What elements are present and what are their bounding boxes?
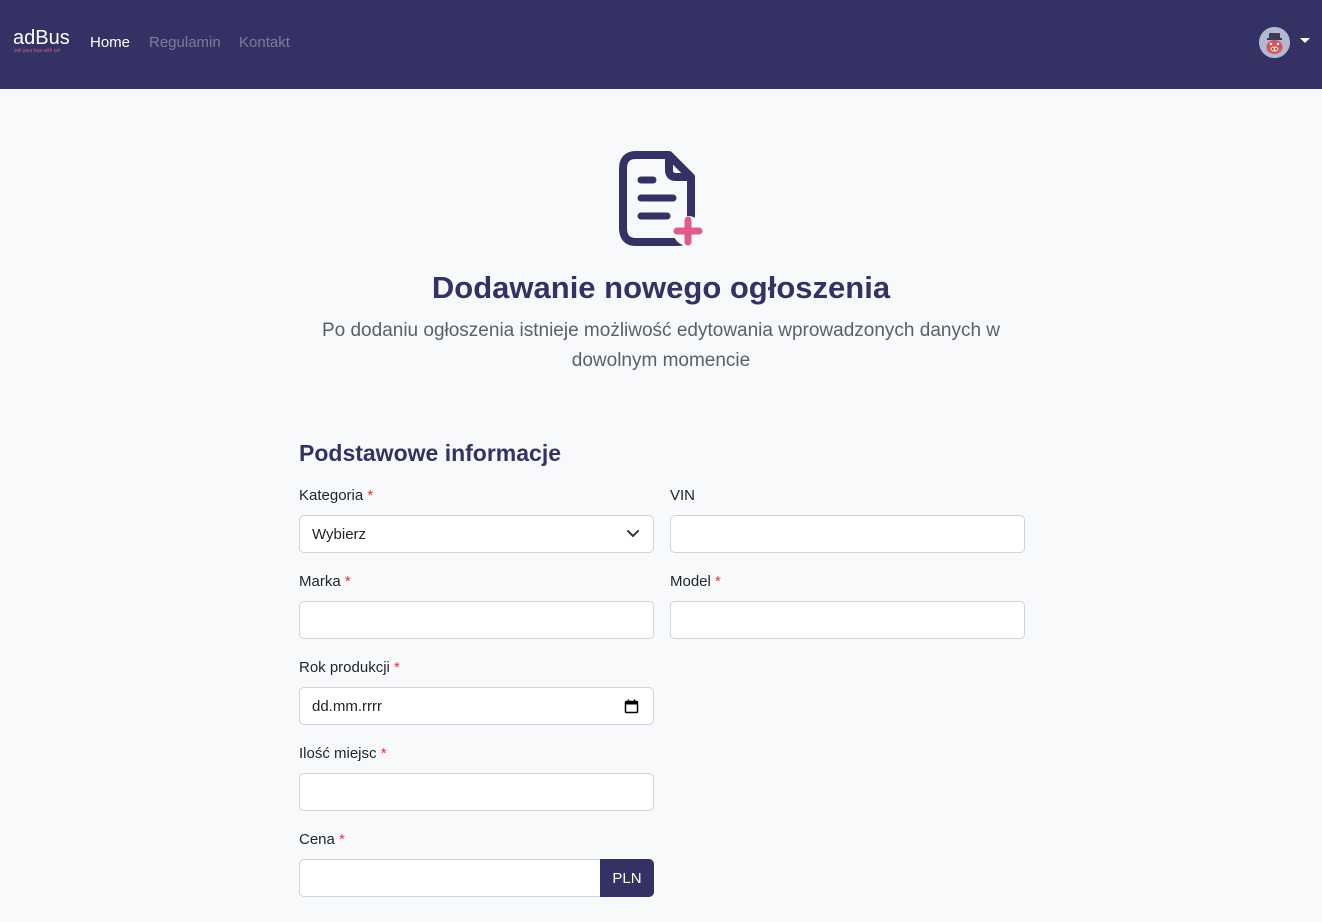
- vin-label: VIN: [670, 487, 695, 505]
- nav-link-regulamin[interactable]: Regulamin: [149, 34, 221, 52]
- marka-input[interactable]: [299, 601, 654, 639]
- required-marker: *: [339, 831, 345, 848]
- brand-logo[interactable]: adBus sell your bus with us!: [13, 27, 77, 59]
- model-label: Model *: [670, 573, 721, 591]
- kategoria-select-value: Wybierz: [312, 525, 367, 543]
- marka-label-text: Marka: [299, 573, 341, 590]
- navbar: adBus sell your bus with us! Home Regula…: [0, 0, 1322, 89]
- cena-label: Cena *: [299, 831, 345, 849]
- vin-input[interactable]: [670, 515, 1025, 553]
- rok-produkcji-label-text: Rok produkcji: [299, 659, 390, 676]
- ilosc-miejsc-input[interactable]: [299, 773, 654, 811]
- required-marker: *: [394, 659, 400, 676]
- kategoria-label: Kategoria *: [299, 487, 373, 505]
- brand-name: adBus: [13, 27, 70, 49]
- rok-produkcji-date-input[interactable]: dd.mm.rrrr: [299, 687, 654, 725]
- cena-input[interactable]: [299, 859, 601, 897]
- chevron-down-icon: [627, 530, 639, 537]
- required-marker: *: [344, 573, 351, 590]
- required-marker: *: [367, 487, 374, 504]
- model-input[interactable]: [670, 601, 1025, 639]
- required-marker: *: [715, 573, 721, 590]
- avatar-icon[interactable]: [1259, 27, 1290, 58]
- cena-label-text: Cena: [299, 831, 335, 848]
- model-label-text: Model: [670, 573, 711, 590]
- vin-label-text: VIN: [670, 487, 696, 504]
- kategoria-select[interactable]: Wybierz: [299, 515, 654, 553]
- document-add-icon: [617, 150, 705, 246]
- ilosc-miejsc-label: Ilość miejsc *: [299, 745, 387, 763]
- page-title: Dodawanie nowego ogłoszenia: [431, 270, 891, 305]
- rok-produkcji-placeholder: dd.mm.rrrr: [312, 697, 382, 715]
- marka-label: Marka *: [299, 573, 351, 591]
- ilosc-miejsc-label-text: Ilość miejsc: [299, 745, 377, 762]
- nav-link-kontakt[interactable]: Kontakt: [239, 34, 290, 52]
- page-subtitle: Po dodaniu ogłoszenia istnieje możliwość…: [321, 320, 1001, 371]
- nav-link-home[interactable]: Home: [90, 34, 130, 52]
- user-menu-caret-icon[interactable]: [1300, 38, 1310, 43]
- section-title: Podstawowe informacje: [299, 440, 562, 466]
- rok-produkcji-label: Rok produkcji *: [299, 659, 400, 677]
- required-marker: *: [380, 745, 387, 762]
- currency-addon: PLN: [600, 859, 654, 897]
- brand-tagline: sell your bus with us!: [14, 48, 61, 54]
- calendar-icon[interactable]: [624, 699, 639, 714]
- kategoria-label-text: Kategoria: [299, 487, 364, 504]
